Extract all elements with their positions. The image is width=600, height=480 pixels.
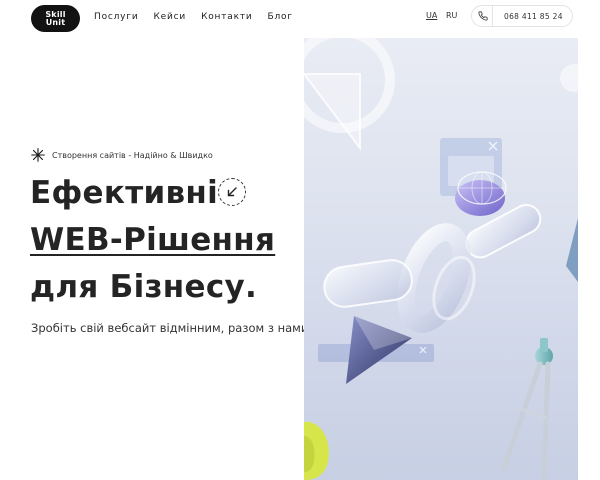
language-ru[interactable]: RU — [446, 11, 457, 20]
logo[interactable]: Skill Unit — [31, 5, 80, 32]
nav-item-services[interactable]: Послуги — [94, 12, 138, 22]
hero-subtitle: Зробіть свій вебсайт відмінним, разом з … — [31, 321, 312, 335]
nav-item-cases[interactable]: Кейси — [153, 12, 186, 22]
phone-number: 068 411 85 24 — [504, 11, 563, 21]
sparkle-icon — [31, 148, 45, 162]
nav-item-contacts[interactable]: Контакти — [201, 12, 252, 22]
nav-item-blog[interactable]: Блог — [268, 12, 293, 22]
glass-shapes-art — [304, 38, 578, 480]
tagline-text: Створення сайтів - Надійно & Швидко — [52, 150, 213, 160]
arrow-down-left-icon — [227, 187, 237, 197]
logo-line2: Unit — [45, 17, 66, 27]
language-ua[interactable]: UA — [426, 11, 437, 20]
scroll-down-button[interactable] — [218, 178, 246, 206]
phone-icon — [473, 6, 493, 26]
main-nav: Послуги Кейси Контакти Блог — [94, 12, 308, 22]
phone-button[interactable]: 068 411 85 24 — [471, 5, 573, 27]
hero-tagline: Створення сайтів - Надійно & Швидко — [31, 148, 213, 162]
hero-title-line1: Ефективні — [30, 175, 219, 211]
hero-title-line2: WEB-Рішення — [30, 222, 276, 258]
hero-title-line3: для Бізнесу. — [30, 269, 258, 305]
hero-illustration — [304, 38, 578, 480]
